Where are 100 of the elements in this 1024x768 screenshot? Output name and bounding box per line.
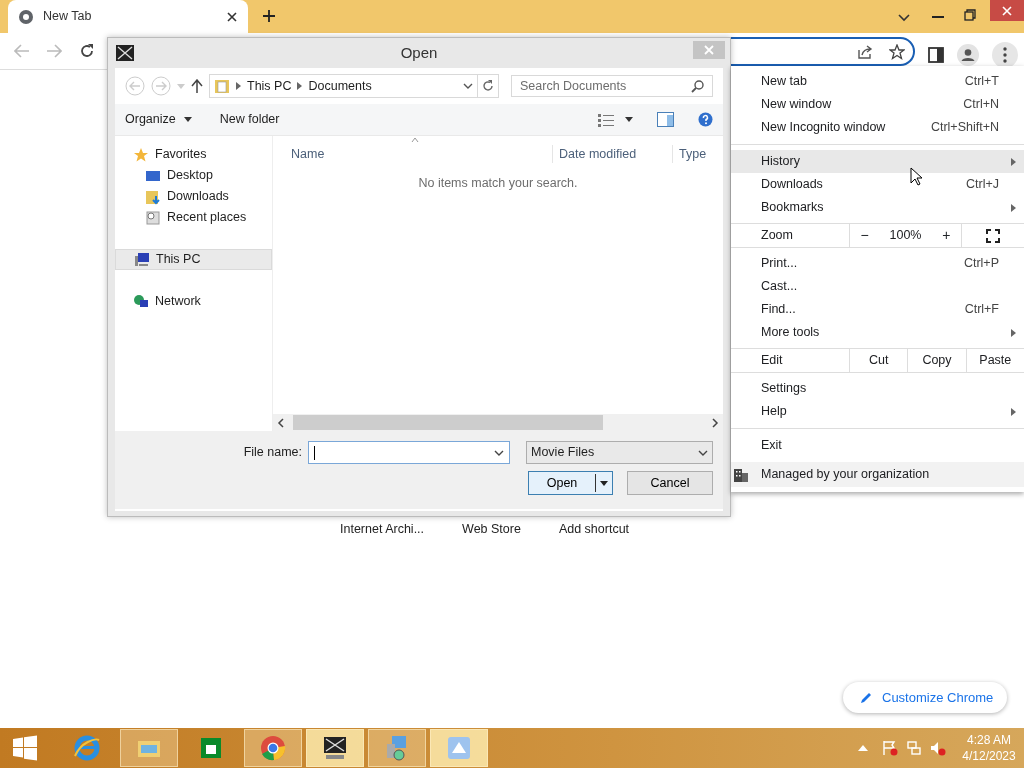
close-icon — [704, 45, 714, 55]
folder-icon — [214, 78, 230, 94]
text-cursor-icon — [314, 445, 316, 460]
menu-item[interactable]: New window Ctrl+N — [731, 93, 1024, 116]
tab-title: New Tab — [43, 8, 93, 26]
chrome-icon — [259, 734, 287, 762]
close-icon[interactable] — [226, 10, 238, 23]
chrome-icon — [18, 8, 34, 25]
breadcrumb-arrow-icon — [236, 82, 241, 90]
nav-item[interactable]: This PC — [115, 249, 272, 270]
menu-item[interactable]: Downloads Ctrl+J — [731, 173, 1024, 196]
window-close-button[interactable] — [990, 0, 1024, 21]
close-icon — [1002, 5, 1012, 16]
search-field[interactable]: Search Documents — [511, 75, 713, 97]
shortcut-label[interactable]: Internet Archi... — [340, 520, 425, 539]
nav-item[interactable]: Recent places — [115, 207, 272, 228]
menu-label: Edit — [760, 352, 784, 370]
dialog-title: Open — [399, 42, 439, 63]
caret-icon — [183, 117, 192, 122]
up-arrow-icon[interactable] — [191, 79, 203, 93]
shortcut-label[interactable]: Add shortcut — [558, 520, 630, 539]
star-icon — [133, 146, 149, 163]
toolbar-button[interactable]: Organize — [125, 110, 192, 129]
building-icon — [733, 467, 749, 482]
menu-action[interactable]: Paste — [965, 349, 1024, 372]
share-icon[interactable] — [857, 44, 873, 60]
breadcrumb-item[interactable]: This PC — [247, 76, 292, 96]
toolbar-button[interactable]: New folder — [219, 110, 280, 129]
windows-start-icon[interactable] — [12, 735, 38, 761]
menu-item[interactable]: Exit — [731, 434, 1024, 457]
chevron-down-icon[interactable] — [494, 449, 504, 456]
menu-action[interactable]: Cut — [849, 349, 908, 372]
menu-item[interactable]: Settings — [731, 377, 1024, 400]
breadcrumb-item[interactable]: Documents — [308, 76, 372, 96]
address-field[interactable]: This PC Documents — [209, 74, 478, 98]
customize-button[interactable]: Customize Chrome — [843, 682, 1008, 713]
network-icon — [133, 293, 149, 310]
zoom-in-button[interactable]: + — [942, 225, 951, 246]
browser-tab[interactable]: New Tab — [8, 0, 248, 33]
column-header[interactable]: Date modified — [552, 144, 672, 164]
browser-icon — [73, 734, 101, 762]
nav-item[interactable]: Favorites — [115, 144, 272, 165]
nav-item[interactable]: Desktop — [115, 165, 272, 186]
search-icon[interactable] — [691, 79, 705, 93]
computer-icon — [134, 251, 150, 268]
menu-item[interactable]: History — [731, 150, 1024, 173]
downloads-folder-icon — [145, 188, 161, 205]
menu-item[interactable]: Help — [731, 400, 1024, 423]
nav-item[interactable]: Network — [115, 291, 272, 312]
menu-action[interactable]: Copy — [907, 349, 966, 372]
reload-icon[interactable] — [79, 43, 95, 59]
flag-icon[interactable] — [882, 740, 898, 756]
volume-muted-icon[interactable] — [930, 740, 946, 756]
refresh-icon[interactable] — [477, 74, 499, 98]
app-icon — [321, 734, 349, 762]
open-button[interactable]: Open — [528, 471, 613, 495]
help-icon[interactable] — [698, 112, 713, 127]
shortcut-label[interactable]: Web Store — [462, 520, 521, 539]
menu-item[interactable]: More tools — [731, 321, 1024, 344]
zoom-out-button[interactable]: − — [860, 225, 869, 246]
empty-message: No items match your search. — [417, 175, 579, 192]
pencil-icon — [859, 690, 873, 705]
preview-pane-icon[interactable] — [657, 112, 674, 127]
scroll-right-icon[interactable] — [711, 417, 719, 428]
caret-icon[interactable] — [625, 117, 633, 122]
field-label: File name: — [243, 444, 302, 462]
file-type-dropdown[interactable]: Movie Files — [526, 441, 713, 464]
column-header[interactable]: Type — [672, 144, 722, 164]
taskbar-button[interactable] — [306, 729, 364, 767]
fullscreen-icon[interactable] — [986, 228, 1000, 243]
scroll-left-icon[interactable] — [277, 417, 285, 428]
menu-item[interactable]: Bookmarks — [731, 196, 1024, 219]
menu-item[interactable]: New tab Ctrl+T — [731, 70, 1024, 93]
breadcrumb-arrow-icon — [297, 82, 303, 90]
file-name-field[interactable] — [308, 441, 510, 464]
recent-places-icon — [145, 209, 161, 226]
mouse-pointer-icon — [910, 167, 923, 186]
new-tab-icon[interactable] — [262, 9, 276, 23]
menu-label: Zoom — [760, 227, 794, 245]
app-icon — [116, 45, 134, 61]
more-menu-icon[interactable] — [992, 42, 1018, 68]
restore-icon[interactable] — [964, 9, 976, 21]
minimize-icon[interactable] — [932, 15, 944, 19]
side-panel-icon[interactable] — [928, 47, 944, 63]
column-header[interactable]: Name — [291, 144, 552, 164]
cancel-button[interactable]: Cancel — [627, 471, 713, 495]
installer-icon — [445, 734, 473, 762]
menu-item[interactable]: New Incognito window Ctrl+Shift+N — [731, 116, 1024, 139]
view-list-icon[interactable] — [597, 112, 615, 127]
menu-item[interactable]: Print... Ctrl+P — [731, 252, 1024, 275]
nav-item[interactable]: Downloads — [115, 186, 272, 207]
star-icon[interactable] — [889, 44, 905, 60]
menu-item[interactable]: Find... Ctrl+F — [731, 298, 1024, 321]
chevron-down-icon[interactable] — [898, 14, 910, 22]
zoom-value: 100% — [889, 227, 922, 245]
chevron-down-icon[interactable] — [463, 83, 473, 89]
scrollbar-thumb[interactable] — [293, 415, 603, 430]
profile-icon[interactable] — [957, 44, 979, 66]
caret-icon — [600, 480, 608, 486]
menu-item[interactable]: Cast... — [731, 275, 1024, 298]
